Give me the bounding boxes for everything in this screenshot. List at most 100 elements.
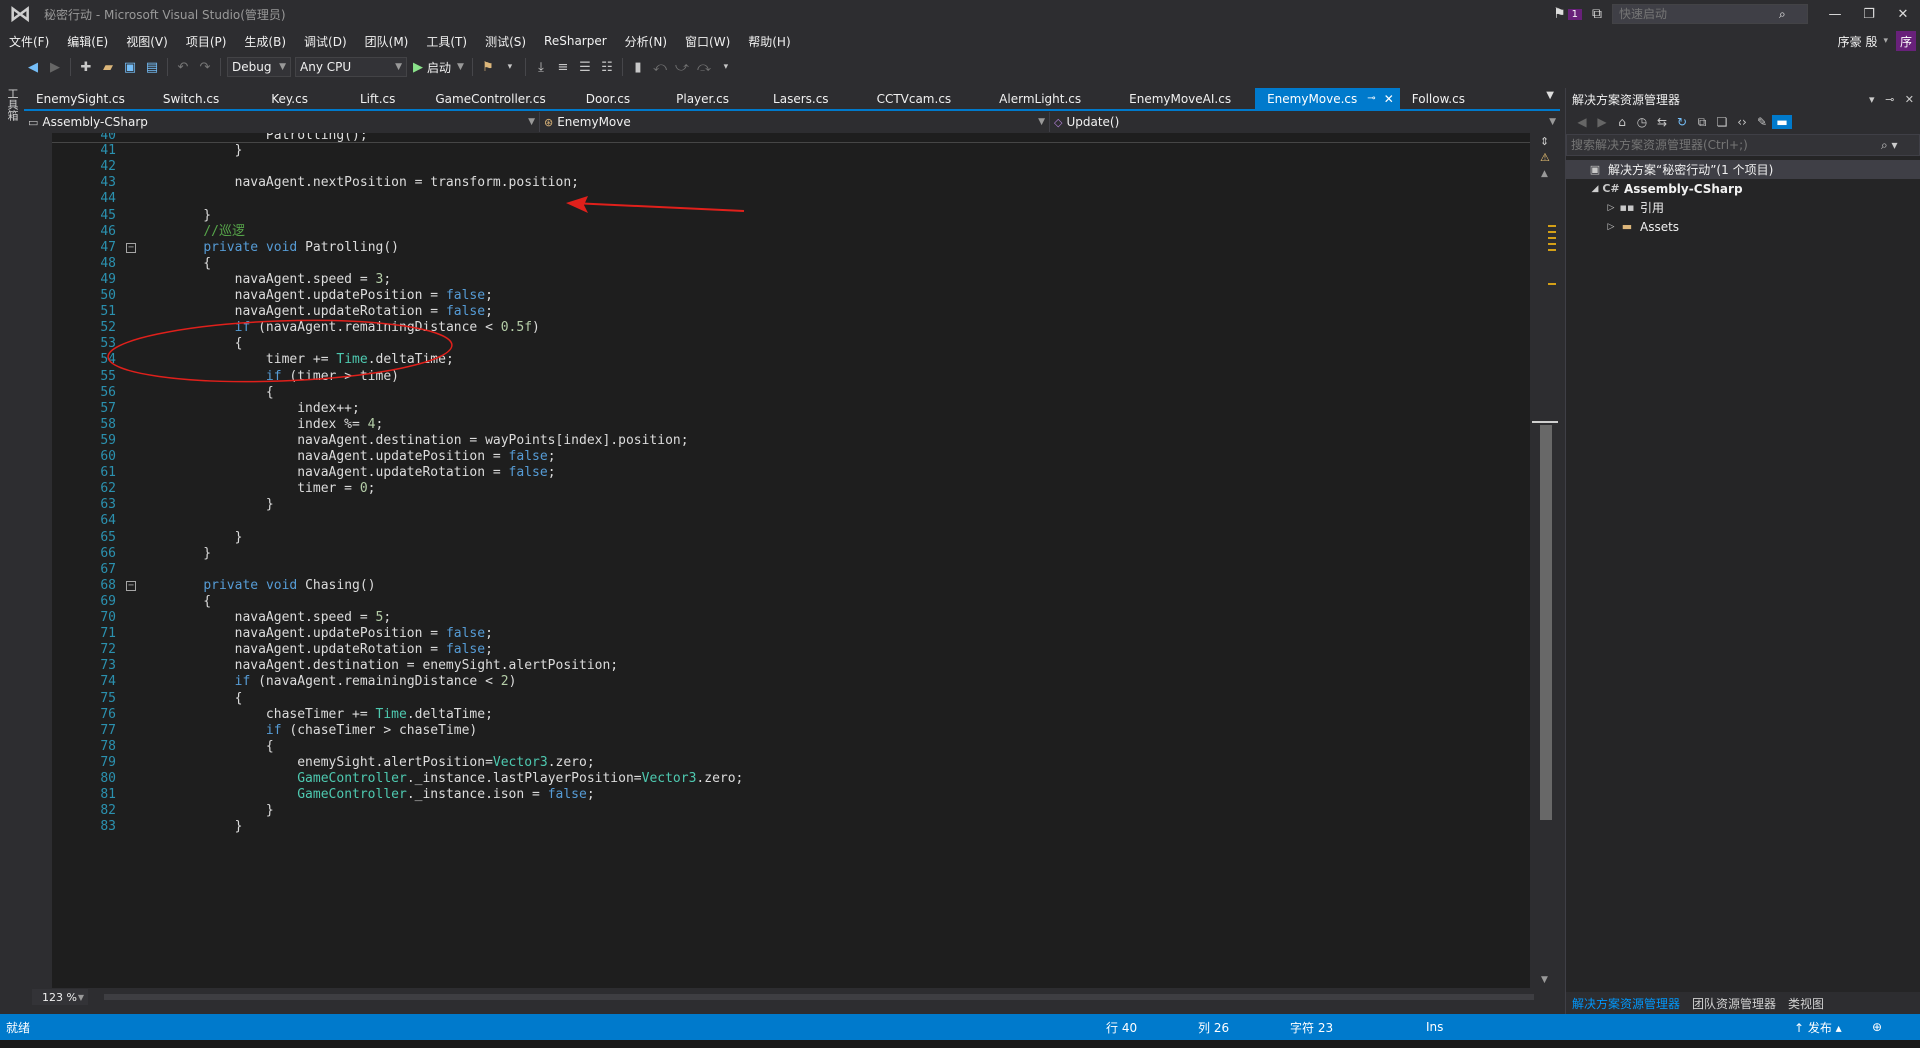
menu-project[interactable]: 项目(P) bbox=[177, 33, 236, 50]
tree-item[interactable]: ▷ ▪▪ 引用 bbox=[1566, 198, 1920, 217]
menu-test[interactable]: 测试(S) bbox=[476, 33, 535, 50]
menu-debug[interactable]: 调试(D) bbox=[295, 33, 356, 50]
tab-enemymoveai[interactable]: EnemyMoveAI.cs bbox=[1105, 88, 1255, 109]
tab-lasers[interactable]: Lasers.cs bbox=[749, 88, 853, 109]
tab-team-explorer[interactable]: 团队资源管理器 bbox=[1686, 995, 1782, 1012]
redo-icon[interactable]: ↷ bbox=[194, 56, 216, 78]
feedback-button[interactable]: ⧉ bbox=[1592, 6, 1602, 22]
previous-bookmark-icon[interactable]: ⤺ bbox=[649, 56, 671, 78]
tab-key[interactable]: Key.cs bbox=[245, 88, 334, 109]
tab-solution-explorer[interactable]: 解决方案资源管理器 bbox=[1566, 995, 1686, 1012]
show-all-files-icon[interactable]: ❏ bbox=[1712, 115, 1732, 129]
tab-player[interactable]: Player.cs bbox=[656, 88, 749, 109]
uncomment-lines-icon[interactable]: ☷ bbox=[596, 56, 618, 78]
tab-enemymove[interactable]: EnemyMove.cs ⊸ ✕ bbox=[1255, 88, 1400, 109]
quick-launch-box[interactable]: ⌕ bbox=[1612, 4, 1808, 24]
toolbar-overflow-icon[interactable]: ▾ bbox=[715, 56, 737, 78]
editor-vertical-scrollbar[interactable]: ⇕ ⚠ ▲ ▼ bbox=[1530, 133, 1560, 988]
menu-help[interactable]: 帮助(H) bbox=[739, 33, 799, 50]
properties-icon[interactable]: ✎ bbox=[1752, 115, 1772, 129]
solution-platform-select[interactable]: Any CPU ▼ bbox=[295, 57, 407, 77]
undo-icon[interactable]: ↶ bbox=[172, 56, 194, 78]
download-icon[interactable]: ⊕ bbox=[1872, 1020, 1882, 1034]
view-code-icon[interactable]: ‹› bbox=[1732, 115, 1752, 129]
zoom-level-select[interactable]: 123 % ▼ bbox=[32, 989, 88, 1005]
publish-button[interactable]: ↑ 发布 ▴ bbox=[1794, 1019, 1842, 1036]
tab-switch[interactable]: Switch.cs bbox=[137, 88, 245, 109]
panel-menu-icon[interactable]: ▾ bbox=[1869, 93, 1875, 106]
navigate-forward-icon[interactable]: ▶ bbox=[44, 56, 66, 78]
tab-cctvcam[interactable]: CCTVcam.cs bbox=[853, 88, 976, 109]
bookmark-icon[interactable]: ▮ bbox=[627, 56, 649, 78]
comment-lines-icon[interactable]: ☰ bbox=[574, 56, 596, 78]
step-into-icon[interactable]: ⤓ bbox=[530, 56, 552, 78]
notifications-button[interactable]: ⚑ 1 bbox=[1553, 6, 1582, 22]
code-editor[interactable]: 40 Patrolling(); 41 } 42 43 navaAgent.nextP… bbox=[52, 133, 1530, 988]
collapse-all-icon[interactable]: ⧉ bbox=[1692, 115, 1712, 130]
tree-item[interactable]: ▷ ▬ Assets bbox=[1566, 217, 1920, 236]
browser-link-icon[interactable]: ⚑ bbox=[477, 56, 499, 78]
tree-item[interactable]: ▣ 解决方案“秘密行动”(1 个项目) bbox=[1566, 160, 1920, 179]
toolbar-dropdown-icon[interactable]: ▾ bbox=[499, 56, 521, 78]
expand-toggle-icon[interactable]: ◢ bbox=[1588, 184, 1602, 194]
menu-resharper[interactable]: ReSharper bbox=[535, 34, 616, 48]
toolbox-tab[interactable]: 工具箱 bbox=[4, 88, 20, 121]
pending-changes-icon[interactable]: ◷ bbox=[1632, 115, 1652, 129]
menu-window[interactable]: 窗口(W) bbox=[676, 33, 739, 50]
scroll-down-icon[interactable]: ▼ bbox=[1541, 975, 1548, 985]
solution-configuration-select[interactable]: Debug ▼ bbox=[227, 57, 291, 77]
close-icon[interactable]: ✕ bbox=[1905, 93, 1914, 106]
save-all-icon[interactable]: ▤ bbox=[141, 56, 163, 78]
document-tab-strip: EnemySight.cs Switch.cs Key.cs Lift.cs G… bbox=[24, 88, 1560, 109]
close-icon[interactable]: ✕ bbox=[1384, 92, 1394, 106]
solution-search-box[interactable]: ⌕ ▾ bbox=[1566, 134, 1920, 156]
open-file-icon[interactable]: ▰ bbox=[97, 56, 119, 78]
menu-analyze[interactable]: 分析(N) bbox=[616, 33, 676, 50]
preview-selected-icon[interactable]: ▬ bbox=[1772, 115, 1792, 129]
scroll-up-icon[interactable]: ▲ bbox=[1541, 169, 1548, 179]
tab-door[interactable]: Door.cs bbox=[560, 88, 656, 109]
home-icon[interactable]: ⌂ bbox=[1612, 115, 1632, 129]
tab-class-view[interactable]: 类视图 bbox=[1782, 995, 1830, 1012]
solution-search-input[interactable] bbox=[1571, 138, 1881, 152]
tab-gamecontroller[interactable]: GameController.cs bbox=[421, 88, 559, 109]
menu-edit[interactable]: 编辑(E) bbox=[58, 33, 117, 50]
save-icon[interactable]: ▣ bbox=[119, 56, 141, 78]
restore-button[interactable]: ❐ bbox=[1852, 0, 1886, 28]
new-project-icon[interactable]: ✚ bbox=[75, 56, 97, 78]
format-document-icon[interactable]: ≡ bbox=[552, 56, 574, 78]
tab-lift[interactable]: Lift.cs bbox=[334, 88, 421, 109]
close-button[interactable]: ✕ bbox=[1886, 0, 1920, 28]
expand-toggle-icon[interactable]: ▷ bbox=[1604, 203, 1618, 213]
tab-follow[interactable]: Follow.cs bbox=[1400, 88, 1477, 109]
start-debugging-button[interactable]: ▶ 启动 ▼ bbox=[409, 59, 468, 76]
menu-file[interactable]: 文件(F) bbox=[0, 33, 58, 50]
tab-enemysight[interactable]: EnemySight.cs bbox=[24, 88, 137, 109]
next-bookmark-icon[interactable]: ⤻ bbox=[671, 56, 693, 78]
editor-horizontal-scrollbar[interactable] bbox=[104, 994, 1534, 1000]
menu-team[interactable]: 团队(M) bbox=[356, 33, 418, 50]
pin-icon[interactable]: ⊸ bbox=[1885, 93, 1894, 106]
forward-icon[interactable]: ▶ bbox=[1592, 115, 1612, 129]
menu-build[interactable]: 生成(B) bbox=[235, 33, 295, 50]
project-dropdown[interactable]: ▭ Assembly-CSharp ▼ bbox=[24, 112, 540, 132]
minimize-button[interactable]: — bbox=[1818, 0, 1852, 28]
refresh-icon[interactable]: ↻ bbox=[1672, 115, 1692, 129]
clear-bookmarks-icon[interactable]: ⤼ bbox=[693, 56, 715, 78]
split-view-icon[interactable]: ⇕ bbox=[1540, 135, 1549, 148]
class-dropdown[interactable]: ⊛ EnemyMove ▼ bbox=[540, 112, 1050, 132]
menu-view[interactable]: 视图(V) bbox=[117, 33, 177, 50]
tab-alermlight[interactable]: AlermLight.cs bbox=[975, 88, 1105, 109]
member-dropdown[interactable]: ◇ Update() ▼ bbox=[1050, 112, 1560, 132]
back-icon[interactable]: ◀ bbox=[1572, 115, 1592, 129]
scroll-thumb[interactable] bbox=[1540, 425, 1552, 820]
user-account[interactable]: 序豪 殷 ▾ 序 bbox=[1838, 28, 1920, 54]
quick-launch-input[interactable] bbox=[1619, 7, 1779, 21]
navigate-back-icon[interactable]: ◀ bbox=[22, 56, 44, 78]
tree-item[interactable]: ◢ C# Assembly-CSharp bbox=[1566, 179, 1920, 198]
sync-icon[interactable]: ⇆ bbox=[1652, 115, 1672, 129]
tab-overflow-icon[interactable]: ▼ bbox=[1546, 90, 1554, 101]
pin-icon[interactable]: ⊸ bbox=[1367, 93, 1375, 104]
menu-tools[interactable]: 工具(T) bbox=[417, 33, 476, 50]
expand-toggle-icon[interactable]: ▷ bbox=[1604, 222, 1618, 232]
